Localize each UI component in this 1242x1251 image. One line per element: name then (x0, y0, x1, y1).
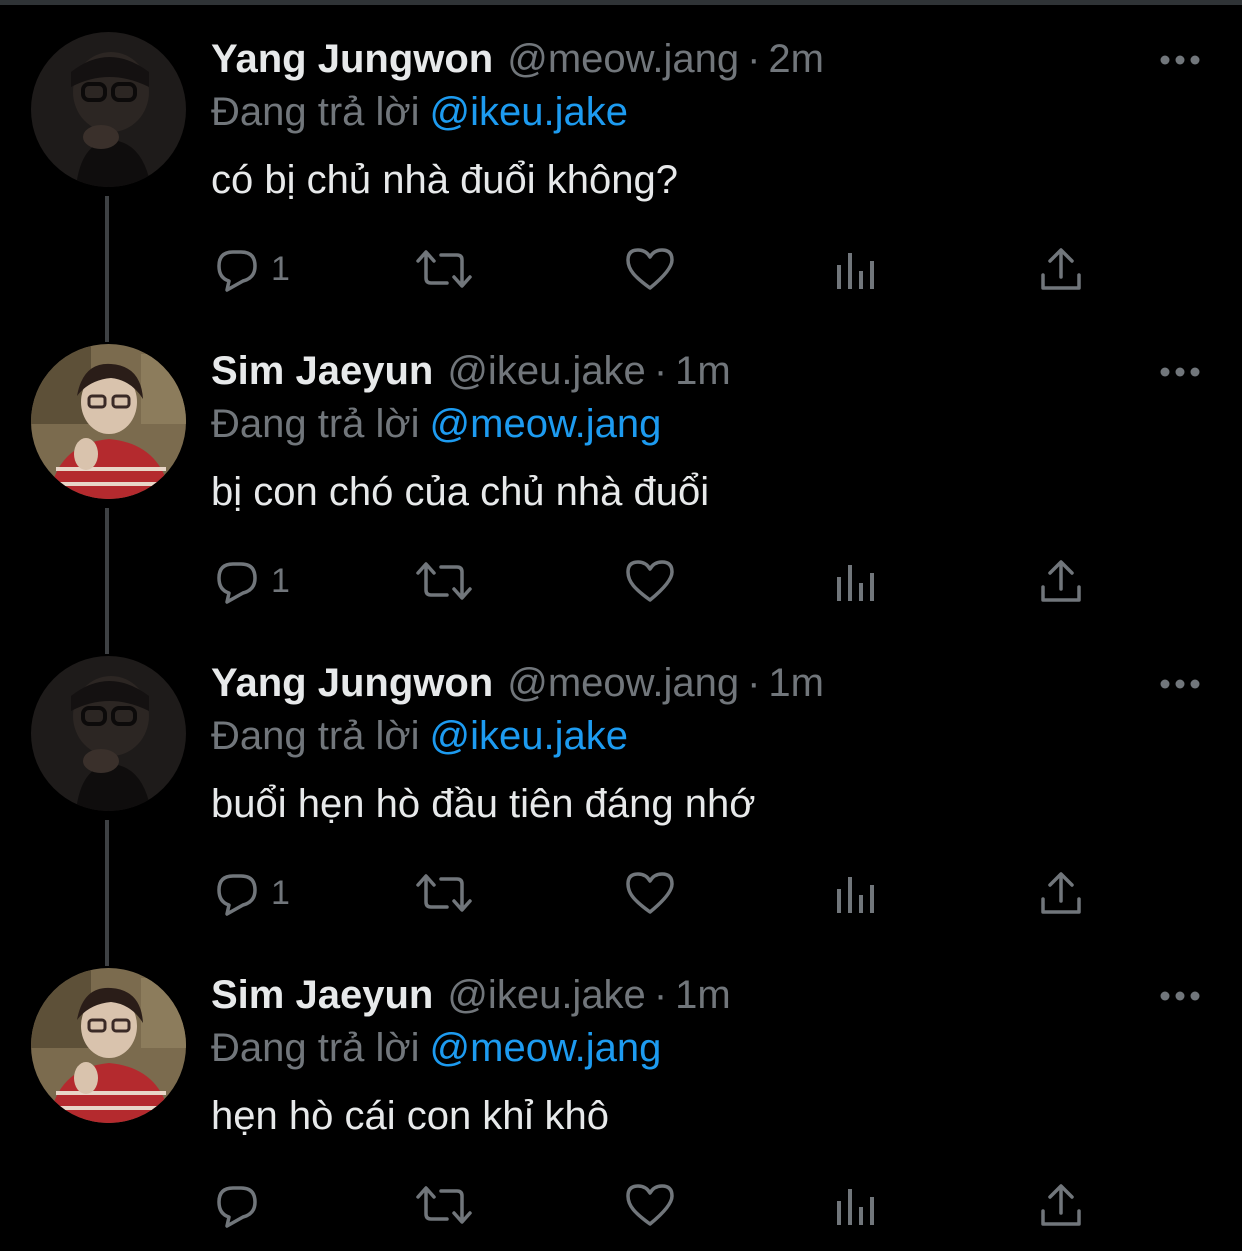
like-button[interactable] (625, 1180, 675, 1230)
analytics-icon (837, 565, 874, 601)
display-name[interactable]: Sim Jaeyun (211, 349, 433, 393)
reply-icon (217, 562, 257, 604)
like-button[interactable] (625, 556, 675, 606)
avatar-jungwon[interactable] (31, 32, 186, 187)
views-button[interactable] (835, 556, 877, 606)
separator-dot: · (747, 37, 761, 81)
retweet-icon (416, 1186, 472, 1224)
separator-dot: · (653, 973, 668, 1017)
user-handle[interactable]: @ikeu.jake (447, 973, 645, 1017)
share-button[interactable] (1040, 556, 1082, 606)
user-handle[interactable]: @meow.jang (507, 661, 739, 705)
views-button[interactable] (835, 1180, 877, 1230)
views-button[interactable] (835, 868, 877, 918)
tweet-header: Yang Jungwon @meow.jang · 2m (211, 32, 824, 86)
tweet[interactable]: Sim Jaeyun @ikeu.jake · 1m Đang trả lời @meo… (0, 936, 1242, 1248)
replying-label: Đang trả lời (211, 714, 420, 758)
tweet-text: có bị chủ nhà đuổi không? (211, 158, 679, 202)
timestamp[interactable]: 2m (768, 37, 824, 81)
like-button[interactable] (625, 868, 675, 918)
retweet-button[interactable] (414, 244, 474, 294)
reply-icon (217, 1186, 257, 1228)
replying-to: Đang trả lời @ikeu.jake (211, 710, 628, 762)
avatar-jaeyun[interactable] (31, 968, 186, 1123)
tweet[interactable]: Yang Jungwon @meow.jang · 1m Đang trả lời @i… (0, 624, 1242, 936)
replying-label: Đang trả lời (211, 1026, 420, 1070)
tweet-text: hẹn hò cái con khỉ khô (211, 1094, 610, 1138)
reply-button[interactable]: 1 (213, 868, 290, 918)
replying-label: Đang trả lời (211, 90, 420, 134)
retweet-button[interactable] (414, 868, 474, 918)
share-button[interactable] (1040, 868, 1082, 918)
reply-button[interactable]: 1 (213, 244, 290, 294)
mention-link[interactable]: @ikeu.jake (430, 714, 628, 758)
reply-icon (217, 250, 257, 292)
separator-dot: · (747, 661, 761, 705)
analytics-icon (837, 877, 874, 913)
tweet-header: Sim Jaeyun @ikeu.jake · 1m (211, 344, 731, 398)
more-icon[interactable] (1158, 672, 1202, 696)
display-name[interactable]: Yang Jungwon (211, 37, 493, 81)
more-icon[interactable] (1158, 984, 1202, 1008)
mention-link[interactable]: @meow.jang (430, 402, 662, 446)
share-icon (1041, 248, 1081, 290)
reply-count: 1 (271, 249, 290, 288)
tweet[interactable]: Sim Jaeyun @ikeu.jake · 1m Đang trả lời @meo… (0, 312, 1242, 624)
replying-label: Đang trả lời (211, 402, 420, 446)
avatar-jungwon[interactable] (31, 656, 186, 811)
reply-icon (217, 874, 257, 916)
reply-button[interactable] (213, 1180, 271, 1230)
timestamp[interactable]: 1m (675, 349, 731, 393)
mention-link[interactable]: @meow.jang (430, 1026, 662, 1070)
retweet-button[interactable] (414, 556, 474, 606)
avatar-jaeyun[interactable] (31, 344, 186, 499)
tweet-text: buổi hẹn hò đầu tiên đáng nhớ (211, 782, 756, 826)
timestamp[interactable]: 1m (768, 661, 824, 705)
more-icon[interactable] (1158, 48, 1202, 72)
views-button[interactable] (835, 244, 877, 294)
reply-count: 1 (271, 873, 290, 912)
share-icon (1041, 560, 1081, 602)
separator-dot: · (653, 349, 668, 393)
heart-icon (626, 1184, 674, 1226)
more-icon[interactable] (1158, 360, 1202, 384)
analytics-icon (837, 253, 874, 289)
heart-icon (626, 248, 674, 290)
tweet[interactable]: Yang Jungwon @meow.jang · 2m Đang trả lời @i… (0, 0, 1242, 312)
tweet-header: Yang Jungwon @meow.jang · 1m (211, 656, 824, 710)
tweet-text: bị con chó của chủ nhà đuổi (211, 470, 710, 514)
heart-icon (626, 872, 674, 914)
share-icon (1041, 872, 1081, 914)
retweet-icon (416, 562, 472, 600)
retweet-icon (416, 250, 472, 288)
replying-to: Đang trả lời @meow.jang (211, 1022, 661, 1074)
display-name[interactable]: Yang Jungwon (211, 661, 493, 705)
reply-button[interactable]: 1 (213, 556, 290, 606)
like-button[interactable] (625, 244, 675, 294)
display-name[interactable]: Sim Jaeyun (211, 973, 433, 1017)
tweet-header: Sim Jaeyun @ikeu.jake · 1m (211, 968, 731, 1022)
retweet-button[interactable] (414, 1180, 474, 1230)
replying-to: Đang trả lời @ikeu.jake (211, 86, 628, 138)
heart-icon (626, 560, 674, 602)
share-button[interactable] (1040, 244, 1082, 294)
user-handle[interactable]: @ikeu.jake (447, 349, 645, 393)
replying-to: Đang trả lời @meow.jang (211, 398, 661, 450)
retweet-icon (416, 874, 472, 912)
share-icon (1041, 1184, 1081, 1226)
mention-link[interactable]: @ikeu.jake (430, 90, 628, 134)
analytics-icon (837, 1189, 874, 1225)
reply-count: 1 (271, 561, 290, 600)
share-button[interactable] (1040, 1180, 1082, 1230)
timestamp[interactable]: 1m (675, 973, 731, 1017)
user-handle[interactable]: @meow.jang (507, 37, 739, 81)
